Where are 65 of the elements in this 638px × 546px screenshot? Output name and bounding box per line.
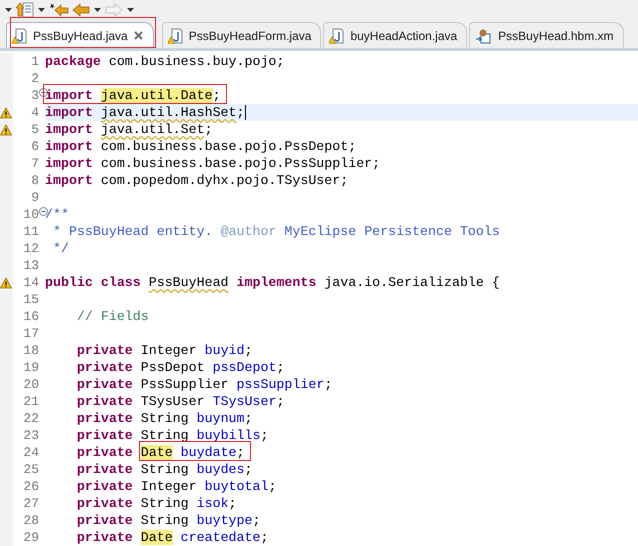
code-line: private String buydes;	[76, 461, 252, 478]
line-number: 14	[23, 274, 39, 291]
line-number: 4	[31, 104, 39, 121]
line-number: 11	[23, 223, 39, 240]
line-number: 5	[31, 121, 39, 138]
line-number: 3	[31, 87, 39, 104]
line-number: 18	[23, 342, 39, 359]
code-line: import com.business.base.pojo.PssSupplier;	[45, 155, 380, 172]
code-line: private Date buydate;	[45, 444, 245, 461]
line-number: 19	[23, 359, 39, 376]
editor-tab[interactable]: buyHeadAction.java	[323, 22, 468, 48]
line-number: 10	[23, 206, 39, 223]
code-line: // Fields	[76, 308, 149, 325]
line-number: 28	[23, 512, 39, 529]
code-line: private String buybills;	[76, 427, 268, 444]
code-line: private PssDepot pssDepot;	[76, 359, 284, 376]
collapse-icon[interactable]	[39, 207, 48, 216]
code-line: private Integer buyid;	[76, 342, 252, 359]
line-number: 1	[31, 53, 39, 70]
line-number: 27	[23, 495, 39, 512]
code-line: private String buytype;	[76, 512, 260, 529]
warning-icon[interactable]	[0, 106, 12, 118]
line-number: 22	[23, 410, 39, 427]
line-number: 8	[31, 172, 39, 189]
warning-icon[interactable]	[0, 276, 12, 288]
line-number: 13	[23, 257, 39, 274]
line-number: 20	[23, 376, 39, 393]
code-line: private TSysUser TSysUser;	[76, 393, 284, 410]
line-number: 9	[31, 189, 39, 206]
code-line: private Integer buytotal;	[76, 478, 276, 495]
line-number: 21	[23, 393, 39, 410]
code-line: import java.util.HashSet;	[45, 104, 244, 121]
code-line: private String isok;	[76, 495, 237, 512]
line-number: 16	[23, 308, 39, 325]
editor-tab[interactable]: PssBuyHead.java	[6, 22, 154, 48]
line-number: 17	[23, 325, 39, 342]
close-icon[interactable]	[132, 30, 144, 41]
editor-tab[interactable]: PssBuyHead.hbm.xm	[469, 22, 624, 48]
code-line: * PssBuyHead entity. @author MyEclipse Persistence Tools	[52, 223, 500, 240]
line-number: 15	[23, 291, 39, 308]
code-line: /**	[45, 206, 69, 223]
line-number: 24	[23, 444, 39, 461]
line-number: 7	[31, 155, 39, 172]
code-line: */	[52, 240, 69, 257]
warning-icon[interactable]	[0, 124, 12, 136]
line-number: 25	[23, 461, 39, 478]
line-number: 2	[31, 70, 39, 87]
back-arrow-icon[interactable]	[72, 2, 90, 18]
code-line: private Date createdate;	[76, 529, 268, 546]
document-up-arrow-icon[interactable]	[16, 2, 34, 18]
code-line: import com.popedom.dyhx.pojo.TSysUser;	[45, 172, 348, 189]
code-line: import com.business.base.pojo.PssDepot;	[45, 138, 356, 155]
code-line: package com.business.buy.pojo;	[45, 53, 284, 70]
line-number: 23	[23, 427, 39, 444]
line-number: 26	[23, 478, 39, 495]
code-line: public class PssBuyHead implements java.io.Serializable {	[45, 274, 500, 291]
line-number: 12	[23, 240, 39, 257]
last-edit-arrow-icon[interactable]	[49, 2, 69, 18]
editor-tab[interactable]: PssBuyHeadForm.java	[162, 22, 322, 48]
code-line: private String buynum;	[76, 410, 252, 427]
code-line: import java.util.Set;	[45, 121, 213, 138]
code-line: private PssSupplier pssSupplier;	[76, 376, 332, 393]
mapping-file-icon	[475, 28, 494, 44]
line-number: 29	[23, 529, 39, 546]
line-number: 6	[31, 138, 39, 155]
